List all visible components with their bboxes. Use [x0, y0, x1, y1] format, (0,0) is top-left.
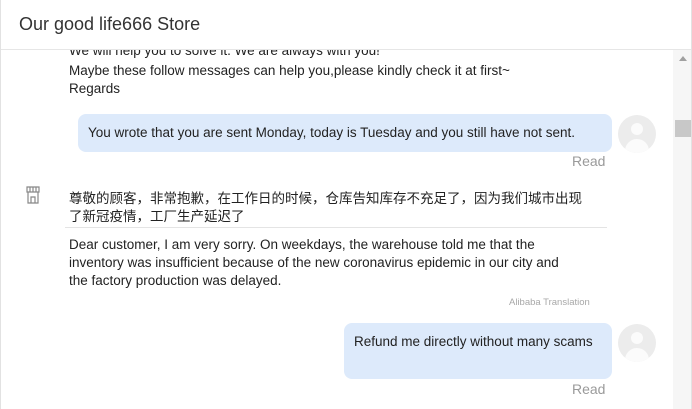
- user-message-bubble[interactable]: Refund me directly without many scams: [344, 323, 612, 379]
- seller-reply-translation: the factory production was delayed.: [69, 273, 282, 288]
- translation-source: Alibaba Translation: [509, 297, 590, 308]
- scrollbar-thumb[interactable]: [675, 120, 691, 137]
- user-message-text: Refund me directly without many scams: [354, 334, 593, 349]
- user-avatar-icon[interactable]: [618, 324, 656, 362]
- scroll-up-arrow-icon[interactable]: [679, 56, 687, 61]
- seller-reply-translation: Dear customer, I am very sorry. On weekd…: [69, 237, 535, 252]
- user-message-bubble[interactable]: You wrote that you are sent Monday, toda…: [78, 114, 612, 152]
- read-status: Read: [572, 153, 606, 169]
- seller-reply-translation: inventory was insufficient because of th…: [69, 255, 559, 270]
- store-icon: [26, 186, 40, 204]
- seller-message-line: Regards: [69, 81, 121, 96]
- translation-divider: [65, 227, 607, 228]
- message-list[interactable]: We will help you to solve it. We are alw…: [1, 50, 673, 409]
- seller-message-line: Maybe these follow messages can help you…: [69, 63, 510, 78]
- seller-reply-original: 尊敬的顾客，非常抱歉，在工作日的时候，仓库告知库存不充足了，因为我们城市出现: [69, 191, 582, 206]
- seller-message-line: We will help you to solve it. We are alw…: [69, 50, 380, 58]
- chat-header: Our good life666 Store: [1, 0, 691, 50]
- seller-reply-original: 了新冠疫情，工厂生产延迟了: [69, 209, 245, 224]
- vertical-scrollbar[interactable]: [673, 50, 691, 409]
- read-status: Read: [572, 381, 606, 397]
- store-title[interactable]: Our good life666 Store: [19, 14, 200, 35]
- chat-window: Our good life666 Store We will help you …: [0, 0, 692, 409]
- user-message-text: You wrote that you are sent Monday, toda…: [88, 125, 576, 140]
- user-avatar-icon[interactable]: [618, 115, 656, 153]
